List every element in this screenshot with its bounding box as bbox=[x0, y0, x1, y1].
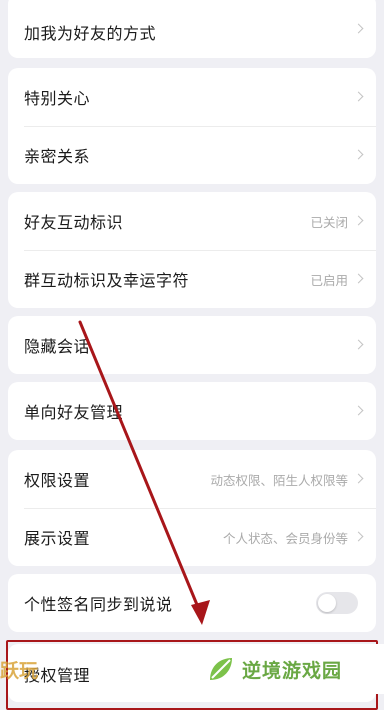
leaf-logo-icon bbox=[210, 658, 232, 680]
watermark-left-text: 跃玩 bbox=[0, 660, 39, 682]
watermark-brand-text: 逆境游戏园 bbox=[242, 660, 343, 682]
annotation-arrow-line bbox=[78, 320, 202, 614]
watermark-panel: 逆境游戏园 bbox=[184, 644, 384, 694]
annotation-arrowhead bbox=[191, 600, 210, 625]
annotation-arrow bbox=[78, 320, 210, 625]
